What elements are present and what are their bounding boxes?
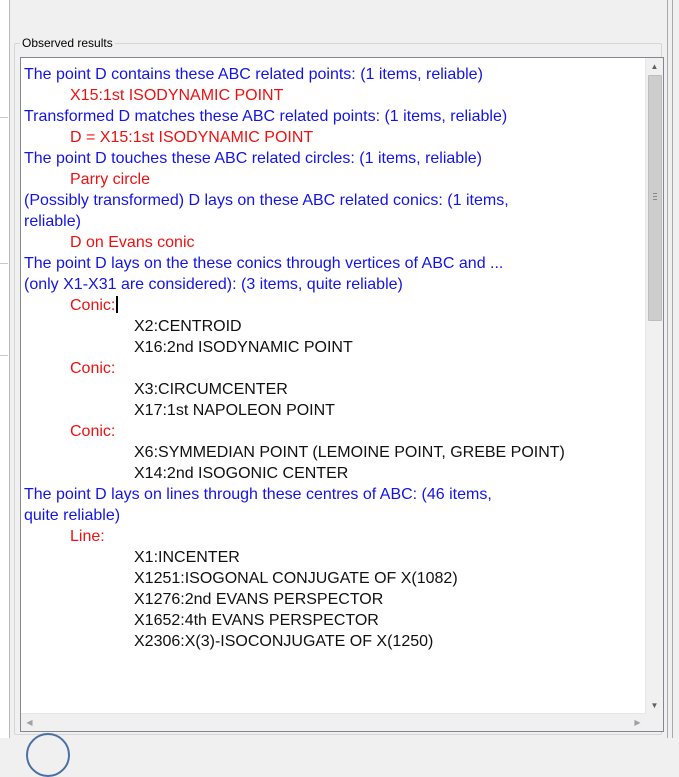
result-text: X1251:ISOGONAL CONJUGATE OF X(1082) bbox=[134, 570, 458, 587]
result-subitem: X3:CIRCUMCENTER bbox=[24, 379, 644, 400]
result-item: D on Evans conic bbox=[24, 232, 644, 253]
result-text: X2:CENTROID bbox=[134, 318, 242, 335]
panel-line bbox=[0, 263, 8, 264]
scroll-down-button[interactable]: ▼ bbox=[646, 697, 663, 714]
result-heading: The point D lays on the these conics thr… bbox=[24, 253, 644, 274]
result-text: X14:2nd ISOGONIC CENTER bbox=[134, 465, 349, 482]
panel-line bbox=[0, 117, 8, 118]
result-text: reliable) bbox=[24, 213, 81, 230]
result-text: X1276:2nd EVANS PERSPECTOR bbox=[134, 591, 384, 608]
result-text: Parry circle bbox=[70, 171, 151, 188]
scrollbar-corner bbox=[646, 714, 663, 731]
result-heading: The point D contains these ABC related p… bbox=[24, 64, 644, 85]
left-panel-edge bbox=[0, 0, 10, 738]
grip-line bbox=[653, 196, 657, 197]
vertical-scrollbar[interactable]: ▲ ▼ bbox=[645, 58, 663, 714]
result-text: X1652:4th EVANS PERSPECTOR bbox=[134, 612, 379, 629]
result-subitem: X14:2nd ISOGONIC CENTER bbox=[24, 463, 644, 484]
triangle-down-icon: ▼ bbox=[650, 701, 659, 710]
result-text: X3:CIRCUMCENTER bbox=[134, 381, 288, 398]
result-subitem: X1276:2nd EVANS PERSPECTOR bbox=[24, 589, 644, 610]
result-item: Conic: bbox=[24, 295, 644, 316]
result-text: X15:1st ISODYNAMIC POINT bbox=[70, 87, 284, 104]
scroll-up-button[interactable]: ▲ bbox=[646, 58, 663, 75]
result-text: Conic: bbox=[70, 360, 116, 377]
result-text: Line: bbox=[70, 528, 105, 545]
triangle-left-icon: ◀ bbox=[26, 718, 33, 727]
triangle-right-icon: ▶ bbox=[634, 718, 641, 727]
result-text: The point D lays on lines through these … bbox=[24, 486, 492, 503]
result-subitem: X1251:ISOGONAL CONJUGATE OF X(1082) bbox=[24, 568, 644, 589]
result-subitem: X2306:X(3)-ISOCONJUGATE OF X(1250) bbox=[24, 631, 644, 652]
result-subitem: X6:SYMMEDIAN POINT (LEMOINE POINT, GREBE… bbox=[24, 442, 644, 463]
result-text: X1:INCENTER bbox=[134, 549, 240, 566]
text-caret bbox=[116, 296, 119, 313]
result-text: Transformed D matches these ABC related … bbox=[24, 108, 508, 125]
result-text: D on Evans conic bbox=[70, 234, 195, 251]
result-text: The point D touches these ABC related ci… bbox=[24, 150, 482, 167]
right-panel-edge bbox=[667, 0, 679, 738]
result-subitem: X2:CENTROID bbox=[24, 316, 644, 337]
scroll-left-button[interactable]: ◀ bbox=[21, 714, 38, 731]
result-item: X15:1st ISODYNAMIC POINT bbox=[24, 85, 644, 106]
result-heading: (Possibly transformed) D lays on these A… bbox=[24, 190, 644, 211]
scroll-right-button[interactable]: ▶ bbox=[629, 714, 646, 731]
result-subitem: X1:INCENTER bbox=[24, 547, 644, 568]
group-legend: Observed results bbox=[20, 36, 115, 50]
result-text: (Possibly transformed) D lays on these A… bbox=[24, 192, 509, 209]
result-heading: The point D touches these ABC related ci… bbox=[24, 148, 644, 169]
result-item: D = X15:1st ISODYNAMIC POINT bbox=[24, 127, 644, 148]
result-text: X6:SYMMEDIAN POINT (LEMOINE POINT, GREBE… bbox=[134, 444, 565, 461]
result-item: Line: bbox=[24, 526, 644, 547]
result-text: D = X15:1st ISODYNAMIC POINT bbox=[70, 129, 314, 146]
grip-line bbox=[653, 199, 657, 200]
result-item: Parry circle bbox=[24, 169, 644, 190]
result-heading: reliable) bbox=[24, 211, 644, 232]
result-text: X17:1st NAPOLEON POINT bbox=[134, 402, 335, 419]
result-text: quite reliable) bbox=[24, 507, 121, 524]
result-text: X16:2nd ISODYNAMIC POINT bbox=[134, 339, 353, 356]
result-heading: quite reliable) bbox=[24, 505, 644, 526]
result-text: Conic: bbox=[70, 423, 116, 440]
result-text: The point D contains these ABC related p… bbox=[24, 66, 483, 83]
result-text: (only X1-X31 are considered): (3 items, … bbox=[24, 276, 403, 293]
grip-line bbox=[653, 193, 657, 194]
horizontal-scrollbar[interactable]: ◀ ▶ bbox=[21, 713, 646, 731]
triangle-up-icon: ▲ bbox=[650, 62, 659, 71]
result-text: X2306:X(3)-ISOCONJUGATE OF X(1250) bbox=[134, 633, 434, 650]
results-text[interactable]: The point D contains these ABC related p… bbox=[24, 64, 644, 709]
result-subitem: X1652:4th EVANS PERSPECTOR bbox=[24, 610, 644, 631]
result-heading: Transformed D matches these ABC related … bbox=[24, 106, 644, 127]
panel-divider bbox=[672, 0, 673, 738]
result-item: Conic: bbox=[24, 358, 644, 379]
bottom-circle-icon bbox=[26, 733, 70, 777]
observed-results-box[interactable]: The point D contains these ABC related p… bbox=[20, 57, 664, 732]
result-heading: (only X1-X31 are considered): (3 items, … bbox=[24, 274, 644, 295]
scroll-thumb[interactable] bbox=[648, 75, 662, 321]
result-subitem: X16:2nd ISODYNAMIC POINT bbox=[24, 337, 644, 358]
result-text: Conic: bbox=[70, 297, 116, 314]
result-heading: The point D lays on lines through these … bbox=[24, 484, 644, 505]
result-subitem: X17:1st NAPOLEON POINT bbox=[24, 400, 644, 421]
panel-line bbox=[0, 355, 8, 356]
result-item: Conic: bbox=[24, 421, 644, 442]
result-text: The point D lays on the these conics thr… bbox=[24, 255, 504, 272]
